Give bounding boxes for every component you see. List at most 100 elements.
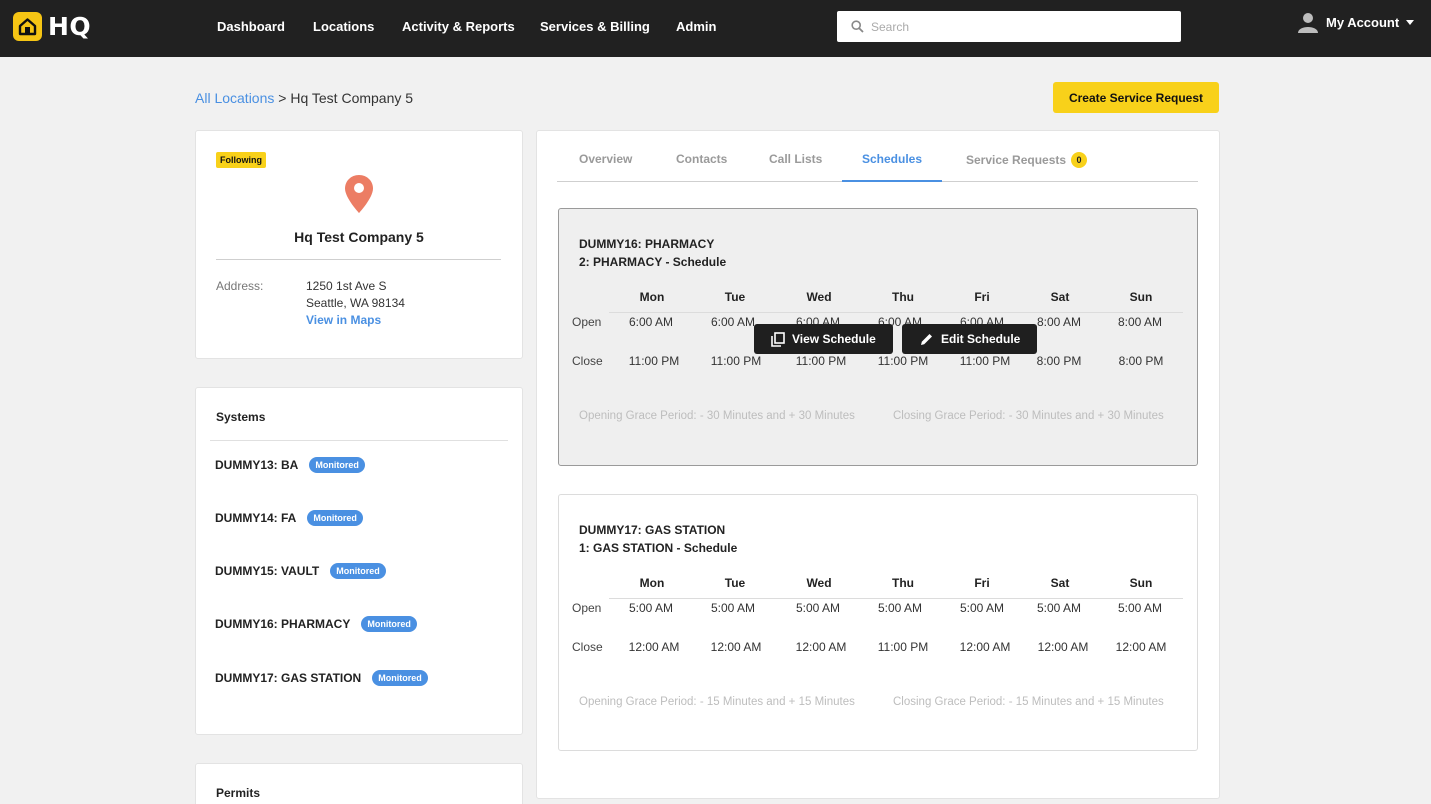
map-pin-icon (345, 175, 373, 213)
monitored-badge: Monitored (309, 457, 365, 473)
system-name: DUMMY15: VAULT (215, 564, 320, 578)
monitored-badge: Monitored (361, 616, 417, 632)
open-time: 5:00 AM (877, 601, 923, 615)
systems-title: Systems (216, 410, 266, 424)
search-icon (851, 20, 864, 33)
schedule-system-name: DUMMY17: GAS STATION (579, 523, 726, 537)
open-time: 5:00 AM (628, 601, 674, 615)
nav-dashboard[interactable]: Dashboard (217, 19, 285, 34)
service-requests-count: 0 (1071, 152, 1088, 168)
day-header: Mon (639, 290, 665, 304)
closing-grace-period: Closing Grace Period: - 15 Minutes and +… (893, 696, 1164, 708)
location-card: Following Hq Test Company 5 Address: 125… (195, 130, 523, 359)
close-time: 8:00 PM (1036, 354, 1082, 368)
breadcrumb-all-locations[interactable]: All Locations (195, 90, 274, 106)
copy-icon (771, 331, 785, 347)
search-input[interactable] (871, 17, 1171, 36)
day-header: Fri (974, 290, 990, 304)
close-time: 11:00 PM (877, 640, 929, 654)
nav-admin[interactable]: Admin (676, 19, 716, 34)
divider (216, 259, 501, 260)
tab-service-requests-label: Service Requests (966, 153, 1067, 167)
open-time: 5:00 AM (795, 601, 841, 615)
view-schedule-button[interactable]: View Schedule (754, 324, 893, 354)
edit-schedule-label: Edit Schedule (941, 332, 1021, 346)
day-header: Tue (724, 576, 746, 590)
close-time: 12:00 AM (628, 640, 680, 654)
schedule-card[interactable]: DUMMY16: PHARMACY 2: PHARMACY - Schedule… (558, 208, 1198, 466)
day-header: Sat (1050, 576, 1070, 590)
edit-schedule-button[interactable]: Edit Schedule (902, 324, 1038, 354)
close-time: 11:00 PM (959, 354, 1011, 368)
home-icon (13, 12, 42, 41)
address-label: Address: (216, 279, 264, 293)
view-schedule-label: View Schedule (792, 332, 876, 346)
system-item[interactable]: DUMMY13: BA Monitored (215, 457, 365, 473)
system-name: DUMMY17: GAS STATION (215, 671, 362, 685)
tab-service-requests[interactable]: Service Requests 0 (966, 152, 1088, 168)
nav-locations[interactable]: Locations (313, 19, 374, 34)
opening-grace-period: Opening Grace Period: - 15 Minutes and +… (579, 696, 855, 708)
open-time: 5:00 AM (959, 601, 1005, 615)
system-name: DUMMY16: PHARMACY (215, 617, 351, 631)
open-row-label: Open (572, 601, 602, 615)
logo-text: HQ (48, 12, 92, 41)
following-badge[interactable]: Following (216, 152, 266, 168)
close-time: 11:00 PM (795, 354, 847, 368)
day-header: Sun (1129, 290, 1153, 304)
breadcrumb-separator: > (274, 90, 291, 106)
close-time: 12:00 AM (710, 640, 762, 654)
open-time: 5:00 AM (1117, 601, 1163, 615)
day-header: Mon (639, 576, 665, 590)
system-item[interactable]: DUMMY15: VAULT Monitored (215, 563, 386, 579)
view-in-maps-link[interactable]: View in Maps (306, 313, 381, 327)
nav-activity-reports[interactable]: Activity & Reports (402, 19, 515, 34)
schedule-name: 2: PHARMACY - Schedule (579, 255, 727, 269)
close-time: 8:00 PM (1118, 354, 1164, 368)
schedule-card[interactable]: DUMMY17: GAS STATION 1: GAS STATION - Sc… (558, 494, 1198, 751)
active-tab-indicator (842, 180, 942, 182)
closing-grace-period: Closing Grace Period: - 30 Minutes and +… (893, 410, 1164, 422)
location-name: Hq Test Company 5 (294, 229, 424, 245)
create-service-request-button[interactable]: Create Service Request (1053, 82, 1219, 113)
day-header: Thu (892, 290, 914, 304)
system-item[interactable]: DUMMY14: FA Monitored (215, 510, 363, 526)
divider (210, 440, 508, 441)
open-time: 6:00 AM (628, 315, 674, 329)
open-time: 5:00 AM (710, 601, 756, 615)
open-time: 8:00 AM (1117, 315, 1163, 329)
tab-schedules[interactable]: Schedules (862, 152, 922, 166)
system-item[interactable]: DUMMY17: GAS STATION Monitored (215, 670, 428, 686)
user-avatar-icon (1298, 13, 1318, 33)
day-header: Fri (974, 576, 990, 590)
pencil-icon (921, 333, 932, 345)
search-box (837, 11, 1181, 42)
day-header: Wed (806, 576, 832, 590)
tab-call-lists[interactable]: Call Lists (769, 152, 822, 166)
system-name: DUMMY13: BA (215, 458, 299, 472)
nav-services-billing[interactable]: Services & Billing (540, 19, 650, 34)
address-line-2: Seattle, WA 98134 (306, 296, 405, 310)
open-row-label: Open (572, 315, 602, 329)
system-item[interactable]: DUMMY16: PHARMACY Monitored (215, 616, 417, 632)
tab-bar: Overview Contacts Call Lists Schedules S… (557, 131, 1198, 182)
close-time: 12:00 AM (959, 640, 1011, 654)
permits-title: Permits (216, 786, 261, 800)
close-time: 12:00 AM (1115, 640, 1167, 654)
table-divider (609, 312, 1183, 313)
day-header: Sat (1050, 290, 1070, 304)
close-row-label: Close (572, 354, 603, 368)
schedule-name: 1: GAS STATION - Schedule (579, 541, 738, 555)
schedules-panel: Overview Contacts Call Lists Schedules S… (536, 130, 1220, 799)
monitored-badge: Monitored (372, 670, 428, 686)
logo[interactable]: HQ (13, 12, 91, 41)
schedule-system-name: DUMMY16: PHARMACY (579, 237, 715, 251)
breadcrumb: All Locations > Hq Test Company 5 (195, 90, 413, 106)
tab-contacts[interactable]: Contacts (676, 152, 727, 166)
caret-down-icon (1406, 19, 1415, 25)
tab-overview[interactable]: Overview (579, 152, 632, 166)
close-time: 11:00 PM (877, 354, 929, 368)
my-account-menu[interactable]: My Account (1297, 11, 1415, 33)
my-account-label: My Account (1326, 14, 1400, 30)
day-header: Wed (806, 290, 832, 304)
